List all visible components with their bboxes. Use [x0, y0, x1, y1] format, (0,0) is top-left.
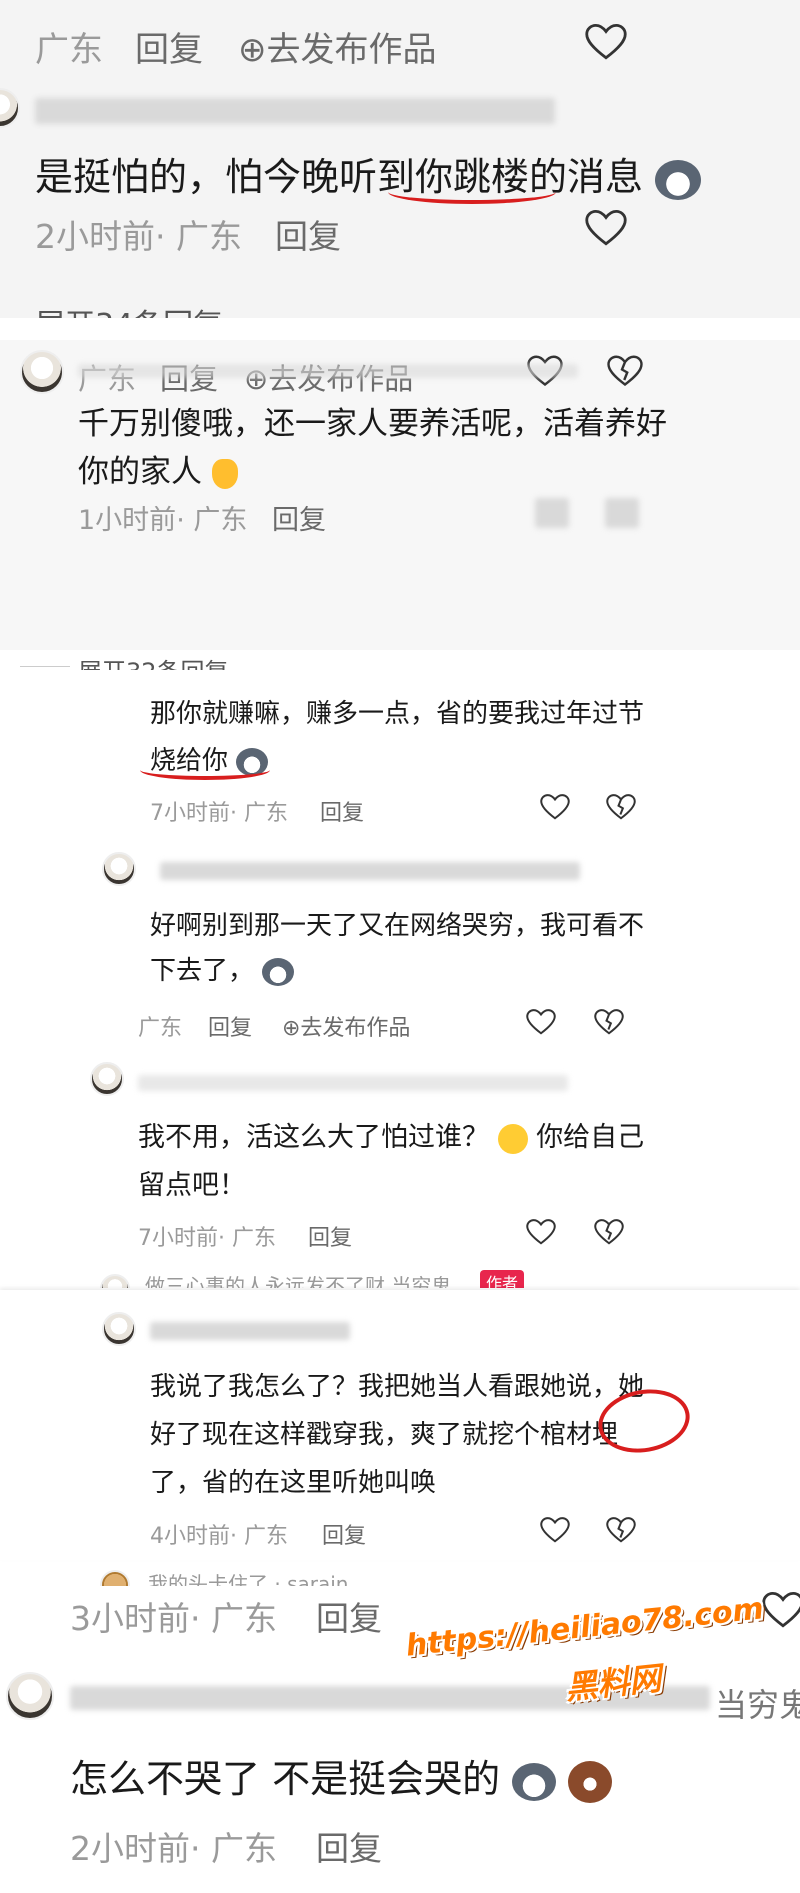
- red-annotation-underline: [388, 180, 556, 204]
- reply-meta: 4小时前· 广东: [150, 1518, 288, 1550]
- dislike-broken-heart-icon[interactable]: [606, 793, 636, 821]
- comment-time: 2小时前: [70, 1829, 190, 1868]
- like-heart-icon[interactable]: [762, 1590, 800, 1630]
- reply-button[interactable]: 回复: [322, 1518, 366, 1550]
- comment-text: 怎么不哭了 不是挺会哭的: [70, 1748, 613, 1803]
- blurred-username: [138, 1075, 568, 1091]
- comment-time: 3小时前: [70, 1599, 190, 1638]
- reply-text-line2: 下去了，: [150, 950, 295, 987]
- folded-hands-emoji-icon: [211, 458, 238, 489]
- smiling-face-emoji-icon: [497, 1123, 528, 1154]
- reply-location: · 广东: [230, 1524, 288, 1549]
- comment-text-line2: 你的家人: [78, 446, 238, 491]
- expand-replies-link[interactable]: 展开32条回复: [78, 652, 229, 670]
- blurred-like-icon: [535, 498, 569, 528]
- reply-text-line3: 了，省的在这里听她叫唤: [150, 1468, 437, 1498]
- reply-button[interactable]: 回复: [135, 22, 203, 71]
- comment-time: 2小时前: [35, 217, 155, 256]
- reply-text-line1: 我说了我怎么了？我把她当人看跟她说，她: [150, 1372, 645, 1402]
- reply-button[interactable]: 回复: [316, 1592, 382, 1640]
- reply-button[interactable]: 回复: [275, 210, 341, 258]
- publish-work-button[interactable]: ⊕去发布作品: [238, 22, 437, 71]
- reply-meta: 7小时前· 广东: [150, 795, 288, 827]
- reply-text-line2: 留点吧！: [138, 1170, 246, 1201]
- author-badge: 作者: [480, 1270, 525, 1288]
- like-heart-icon[interactable]: [585, 22, 627, 62]
- location-label: 广东: [35, 30, 103, 70]
- reply-button[interactable]: 回复: [316, 1822, 382, 1870]
- reply-text-line1: 好啊别到那一天了又在网络哭穷，我可看不: [150, 911, 645, 941]
- username-suffix: 当穷鬼: [715, 1686, 800, 1724]
- comment-location: · 广东: [176, 505, 248, 536]
- comment-meta: 3小时前· 广东: [70, 1592, 277, 1640]
- avatar[interactable]: [20, 350, 64, 394]
- comment-time: 1小时前: [78, 505, 177, 536]
- expand-replies-link[interactable]: 展开34条回复: [35, 300, 223, 318]
- comment-panel-2: 广东 回复 ⊕去发布作品 千万别傻哦，还一家人要养活呢，活着养好 你的家人 1小…: [0, 340, 800, 650]
- cat-emoji-icon: [262, 957, 295, 986]
- reply-location: · 广东: [218, 1226, 276, 1251]
- reply-button[interactable]: 回复: [308, 1220, 352, 1252]
- dislike-broken-heart-icon[interactable]: [594, 1218, 624, 1246]
- avatar[interactable]: [102, 852, 136, 886]
- like-heart-icon[interactable]: [526, 1008, 556, 1036]
- divider: [20, 666, 70, 667]
- cat-emoji-icon: [655, 159, 702, 200]
- comment-text-line1: 千万别傻哦，还一家人要养活呢，活着养好: [78, 406, 667, 442]
- reply-button[interactable]: 回复: [272, 498, 326, 537]
- like-heart-icon[interactable]: [526, 1218, 556, 1246]
- comment-location: · 广东: [190, 1599, 277, 1638]
- blurred-username: [150, 1322, 350, 1340]
- avatar[interactable]: [100, 1570, 130, 1586]
- reply-text-line1: 那你就赚嘛，赚多一点，省的要我过年过节: [150, 699, 645, 729]
- blurred-dislike-icon: [605, 498, 639, 528]
- location-label: 广东: [138, 1016, 183, 1041]
- like-heart-icon[interactable]: [540, 1516, 570, 1544]
- comment-location: · 广东: [190, 1829, 277, 1868]
- blurred-username: [160, 862, 580, 880]
- reply-text-line2: 好了现在这样戳穿我，爽了就挖个棺材埋: [150, 1420, 619, 1450]
- reply-time: 7小时前: [150, 801, 230, 826]
- avatar[interactable]: [90, 1062, 124, 1096]
- publish-work-button[interactable]: ⊕去发布作品: [282, 1010, 410, 1042]
- like-heart-icon[interactable]: [585, 208, 627, 248]
- comment-location: · 广东: [155, 217, 242, 256]
- blurred-username: [78, 364, 578, 378]
- reply-button[interactable]: 回复: [320, 795, 364, 827]
- partial-reply-row: 做三心事的人永远发不了财 当穷鬼 作者: [0, 1266, 800, 1288]
- dislike-broken-heart-icon[interactable]: [607, 354, 643, 388]
- comment-panel-1: 广东 回复 ⊕去发布作品 是挺怕的，怕今晚听到你跳楼的消息 2小时前· 广东 回…: [0, 0, 800, 318]
- reply-text-line1: 我不用，活这么大了怕过谁？ 你给自己: [138, 1122, 645, 1154]
- comment-meta: 1小时前· 广东: [78, 498, 247, 537]
- partial-reply-text: 做三心事的人永远发不了财 当穷鬼: [145, 1274, 452, 1288]
- avatar[interactable]: [0, 88, 20, 128]
- partial-reply-text: 我的头卡住了 · sarain: [148, 1572, 349, 1586]
- blurred-username: [35, 98, 555, 124]
- reply-time: 4小时前: [150, 1524, 230, 1549]
- reply-location: · 广东: [230, 801, 288, 826]
- comment-text: 是挺怕的，怕今晚听到你跳楼的消息: [35, 146, 702, 201]
- reply-button[interactable]: 回复: [208, 1010, 252, 1042]
- dislike-broken-heart-icon[interactable]: [606, 1516, 636, 1544]
- dislike-broken-heart-icon[interactable]: [594, 1008, 624, 1036]
- reply-time: 7小时前: [138, 1226, 218, 1251]
- red-annotation-underline: [140, 760, 270, 780]
- poop-emoji-icon: [568, 1760, 613, 1803]
- like-heart-icon[interactable]: [540, 793, 570, 821]
- reply-meta: 7小时前· 广东: [138, 1220, 276, 1252]
- avatar[interactable]: [6, 1672, 54, 1720]
- avatar[interactable]: [100, 1274, 130, 1288]
- partial-reply-row: 我的头卡住了 · sarain: [0, 1566, 800, 1586]
- cat-emoji-icon: [512, 1762, 557, 1801]
- comment-meta: 2小时前· 广东: [70, 1822, 277, 1870]
- comment-meta: 2小时前· 广东: [35, 210, 242, 258]
- avatar[interactable]: [102, 1312, 136, 1346]
